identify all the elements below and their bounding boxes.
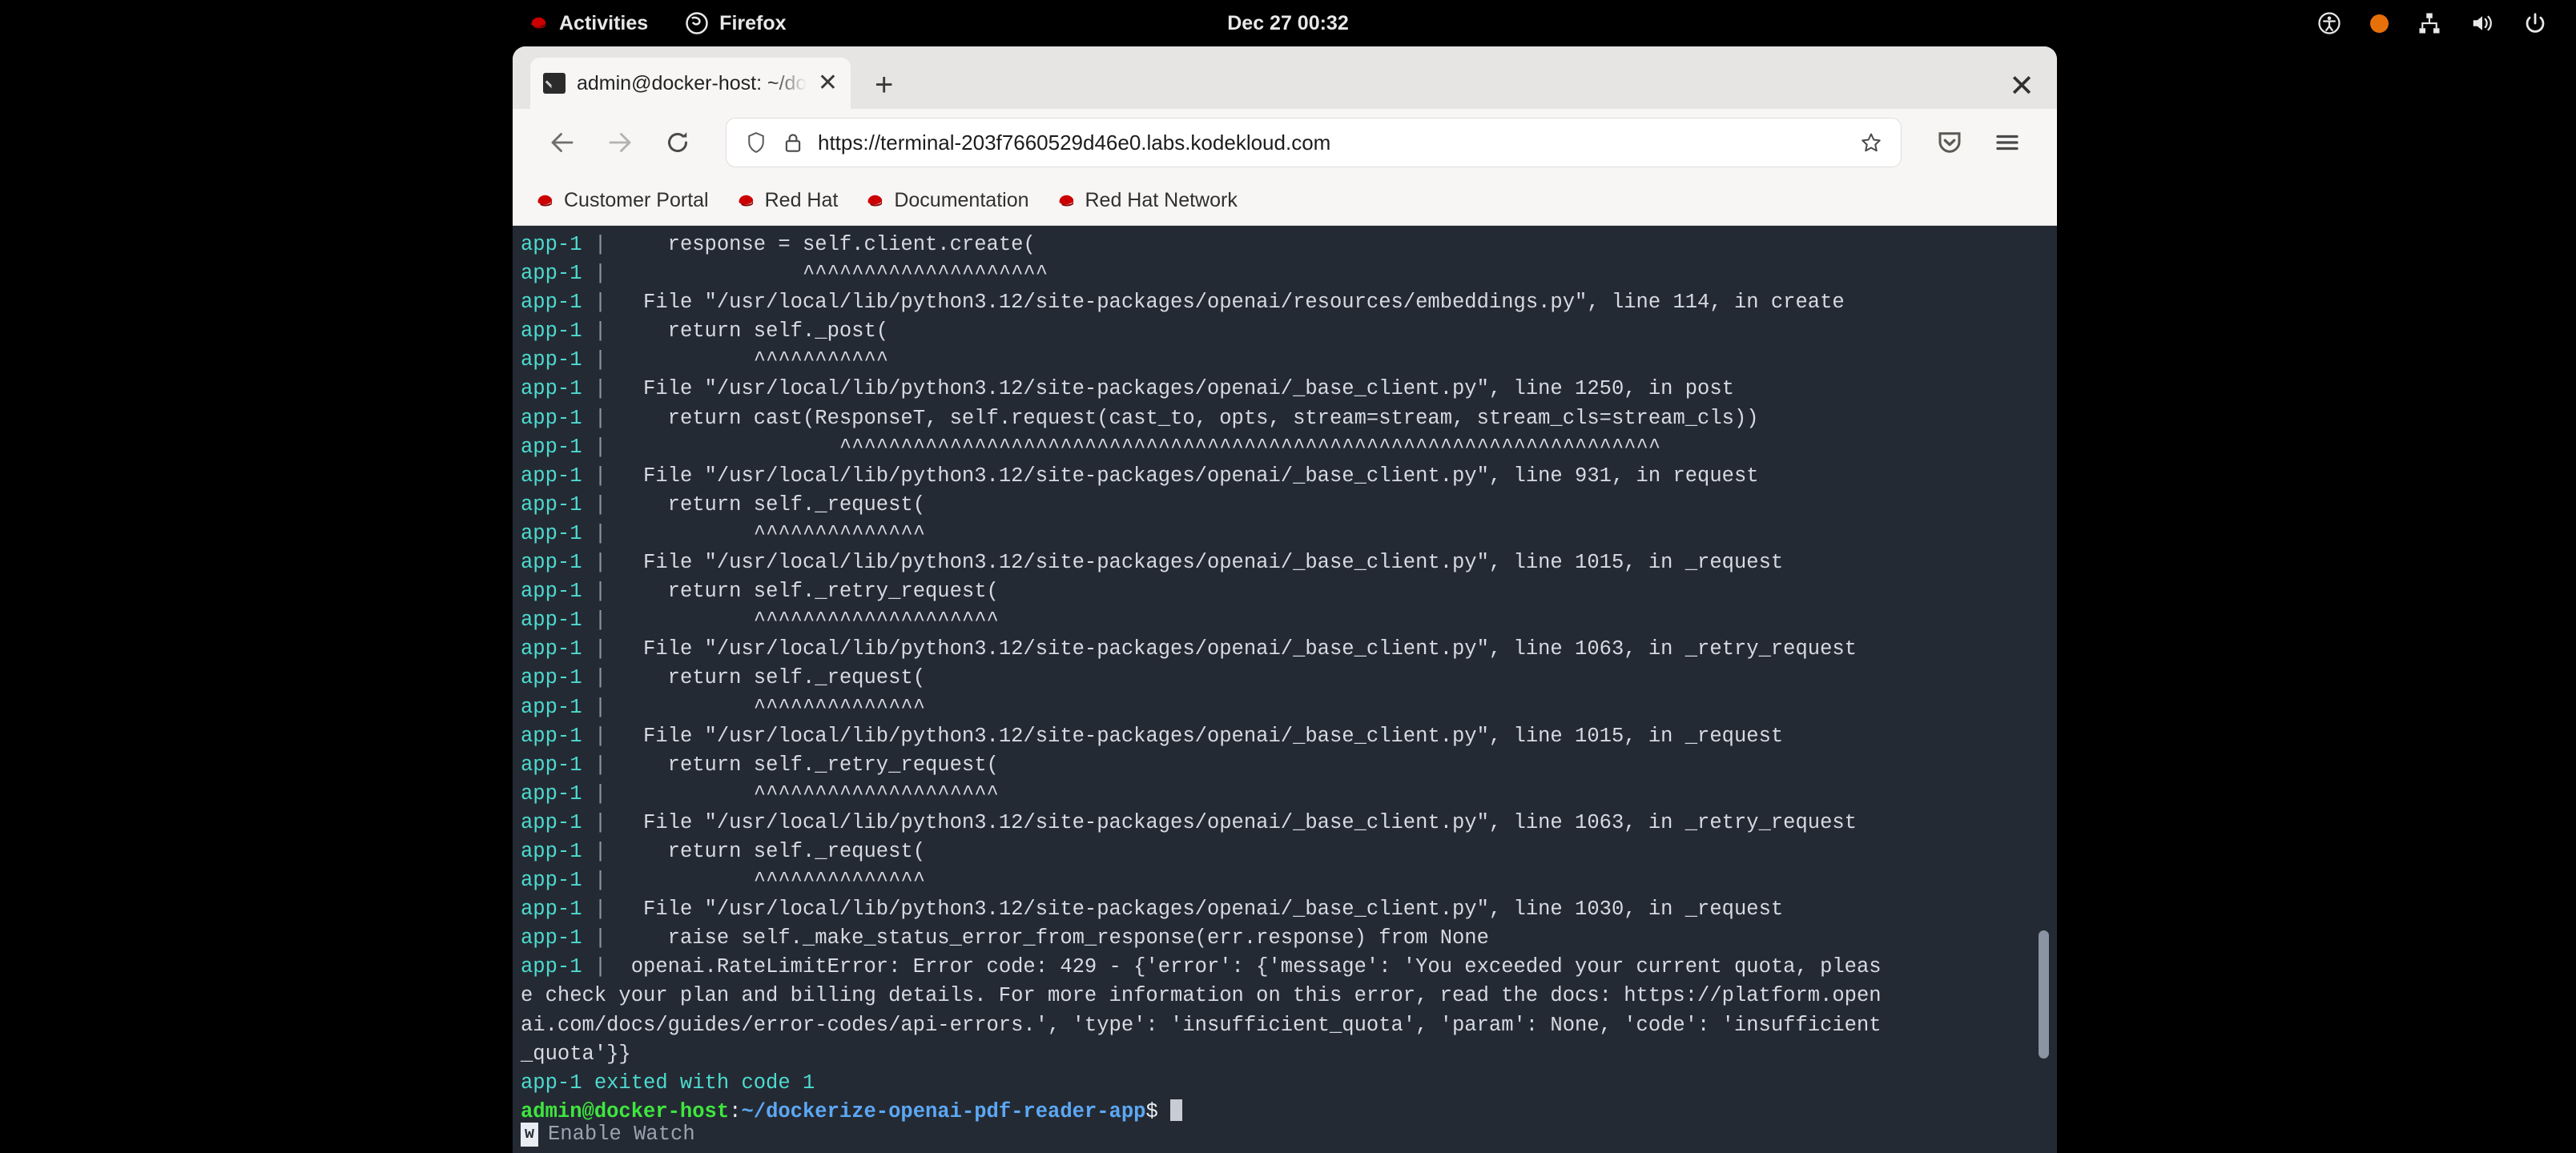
- redhat-icon: [1057, 191, 1077, 211]
- terminal-line: app-1 | return self._request(: [521, 839, 925, 863]
- bookmark-label: Red Hat Network: [1085, 189, 1238, 211]
- terminal-line: app-1 | File "/usr/local/lib/python3.12/…: [521, 291, 1845, 315]
- terminal-icon: [543, 73, 566, 94]
- terminal-scrollbar[interactable]: [2036, 226, 2051, 1153]
- terminal-line: app-1 | File "/usr/local/lib/python3.12/…: [521, 810, 1857, 834]
- bookmark-customer-portal[interactable]: Customer Portal: [535, 189, 709, 212]
- app-menu-firefox[interactable]: Firefox: [685, 11, 787, 35]
- firefox-window: admin@docker-host: ~/do ✕ + ✕ https://te…: [513, 46, 2057, 1153]
- terminal-line-list: app-1 | response = self.client.create( ap…: [521, 231, 2057, 1127]
- terminal-line: app-1 | ^^^^^^^^^^^^^^: [521, 521, 925, 545]
- url-input[interactable]: https://terminal-203f7660529d46e0.labs.k…: [818, 131, 1846, 155]
- terminal-output[interactable]: app-1 | response = self.client.create( ap…: [513, 226, 2057, 1153]
- watch-label: Enable Watch: [548, 1122, 695, 1146]
- terminal-line: app-1 | response = self.client.create(: [521, 233, 1036, 256]
- bookmark-label: Customer Portal: [564, 189, 709, 211]
- terminal-line: app-1 | ^^^^^^^^^^^^^^: [521, 695, 925, 719]
- volume-icon[interactable]: [2470, 11, 2494, 35]
- terminal-line: e check your plan and billing details. F…: [521, 984, 1882, 1008]
- app-menu-label: Firefox: [719, 11, 787, 34]
- url-bar[interactable]: https://terminal-203f7660529d46e0.labs.k…: [726, 118, 1902, 167]
- terminal-line: _quota'}}: [521, 1042, 631, 1066]
- bookmark-documentation[interactable]: Documentation: [865, 189, 1029, 212]
- pocket-button[interactable]: [1921, 114, 1978, 171]
- terminal-line: app-1 | return self._request(: [521, 492, 925, 516]
- terminal-line: app-1 | File "/usr/local/lib/python3.12/…: [521, 464, 1759, 488]
- terminal-line: app-1 | File "/usr/local/lib/python3.12/…: [521, 898, 1784, 922]
- bookmark-label: Documentation: [894, 189, 1029, 211]
- terminal-line: app-1 | ^^^^^^^^^^^: [521, 348, 889, 372]
- terminal-cursor: [1170, 1099, 1183, 1121]
- recording-indicator-dot: [2370, 14, 2389, 33]
- terminal-line: app-1 | ^^^^^^^^^^^^^^^^^^^^: [521, 262, 1049, 286]
- terminal-line: app-1 | raise self._make_status_error_fr…: [521, 926, 1489, 950]
- terminal-line: app-1 | return self._retry_request(: [521, 753, 999, 777]
- redhat-icon: [535, 191, 555, 211]
- terminal-line: app-1 | openai.RateLimitError: Error cod…: [521, 955, 1882, 979]
- firefox-icon: [685, 11, 709, 35]
- tab-title: admin@docker-host: ~/do: [577, 71, 807, 94]
- clock: Dec 27 00:32: [1227, 11, 1349, 34]
- network-icon[interactable]: [2417, 11, 2441, 35]
- redhat-icon: [736, 191, 756, 211]
- bookmark-red-hat[interactable]: Red Hat: [736, 189, 839, 212]
- terminal-line: app-1 | return self._retry_request(: [521, 580, 999, 604]
- hamburger-menu-button[interactable]: [1978, 114, 2036, 171]
- terminal-line: app-1 | return cast(ResponseT, self.requ…: [521, 406, 1759, 430]
- terminal-line: ai.com/docs/guides/error-codes/api-error…: [521, 1013, 1882, 1037]
- terminal-line: app-1 | return self._request(: [521, 666, 925, 690]
- close-icon[interactable]: ✕: [818, 71, 838, 95]
- terminal-line: app-1 | File "/usr/local/lib/python3.12/…: [521, 724, 1784, 748]
- window-close-button[interactable]: ✕: [2009, 72, 2035, 102]
- terminal-line: app-1 | File "/usr/local/lib/python3.12/…: [521, 637, 1857, 661]
- redhat-icon: [529, 14, 549, 33]
- terminal-line: app-1 | File "/usr/local/lib/python3.12/…: [521, 377, 1734, 401]
- bookmark-red-hat-network[interactable]: Red Hat Network: [1057, 189, 1238, 212]
- star-icon[interactable]: [1859, 131, 1883, 155]
- terminal-prompt[interactable]: admin@docker-host:~/dockerize-openai-pdf…: [521, 1098, 2057, 1127]
- terminal-line: app-1 | ^^^^^^^^^^^^^^^^^^^^^^^^^^^^^^^^…: [521, 435, 1661, 459]
- gnome-top-bar: Activities Firefox Dec 27 00:32: [0, 0, 2576, 46]
- redhat-icon: [865, 191, 885, 211]
- padlock-icon[interactable]: [781, 131, 805, 155]
- tab-strip: admin@docker-host: ~/do ✕ + ✕: [513, 46, 2057, 109]
- bookmarks-bar: Customer Portal Red Hat Documentation Re…: [513, 176, 2057, 226]
- terminal-line: app-1 | ^^^^^^^^^^^^^^^^^^^^: [521, 781, 999, 805]
- reload-button[interactable]: [649, 114, 706, 171]
- new-tab-button[interactable]: +: [875, 69, 893, 101]
- terminal-line: app-1 | return self._post(: [521, 319, 889, 343]
- bookmark-label: Red Hat: [764, 189, 839, 211]
- enable-watch-hint[interactable]: w Enable Watch: [521, 1119, 695, 1150]
- shield-icon[interactable]: [744, 131, 768, 155]
- activities-button[interactable]: Activities: [529, 12, 648, 35]
- scrollbar-thumb[interactable]: [2039, 930, 2049, 1059]
- forward-button[interactable]: [591, 114, 649, 171]
- watch-key-badge: w: [521, 1123, 538, 1147]
- back-button[interactable]: [533, 114, 591, 171]
- terminal-line: app-1 | ^^^^^^^^^^^^^^: [521, 869, 925, 893]
- terminal-exit-line: app-1 exited with code 1: [521, 1071, 815, 1095]
- browser-tab[interactable]: admin@docker-host: ~/do ✕: [530, 58, 851, 109]
- power-icon[interactable]: [2523, 11, 2547, 35]
- accessibility-icon[interactable]: [2317, 11, 2341, 35]
- navigation-toolbar: https://terminal-203f7660529d46e0.labs.k…: [513, 109, 2057, 176]
- terminal-line: app-1 | ^^^^^^^^^^^^^^^^^^^^: [521, 609, 999, 633]
- activities-label: Activities: [559, 11, 649, 34]
- terminal-line: app-1 | File "/usr/local/lib/python3.12/…: [521, 551, 1784, 575]
